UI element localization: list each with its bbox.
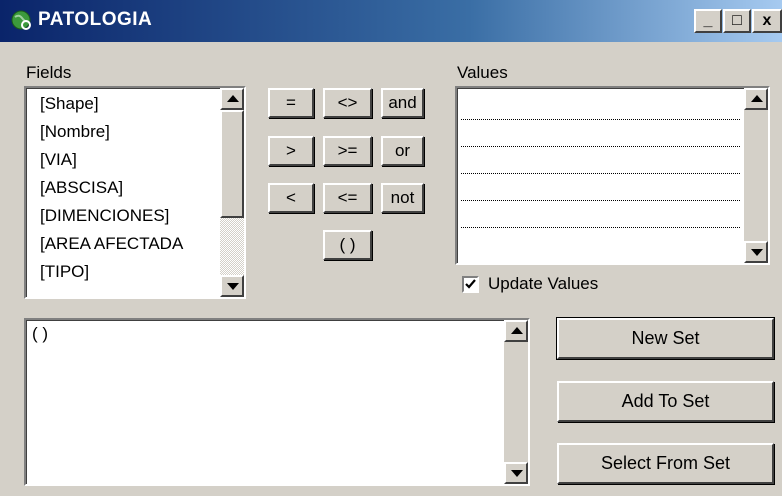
add-to-set-button[interactable]: Add To Set [557,381,774,422]
operator-or-button[interactable]: or [381,136,424,166]
field-item-abscisa[interactable]: [ABSCISA] [40,178,123,198]
operator-parentheses-button[interactable]: ( ) [323,230,372,260]
arrow-up-icon [751,95,763,102]
expression-scrollbar[interactable] [504,320,528,484]
operator-not-equal-button[interactable]: <> [323,88,372,118]
operator-less-button[interactable]: < [268,183,314,213]
fields-scrollbar[interactable] [220,88,244,297]
operator-greater-equal-button[interactable]: >= [323,136,372,166]
app-globe-icon [11,10,31,30]
fields-scroll-thumb[interactable] [220,110,244,218]
update-values-label[interactable]: Update Values [488,274,598,294]
values-scroll-down-button[interactable] [744,241,768,263]
fields-scroll-down-button[interactable] [220,275,244,297]
maximize-button[interactable]: □ [723,9,751,33]
arrow-down-icon [751,249,763,256]
field-item-dimenciones[interactable]: [DIMENCIONES] [40,206,169,226]
select-from-set-button[interactable]: Select From Set [557,443,774,484]
operator-and-button[interactable]: and [381,88,424,118]
operator-greater-button[interactable]: > [268,136,314,166]
operator-equals-button[interactable]: = [268,88,314,118]
value-row[interactable] [461,119,740,120]
field-item-shape[interactable]: [Shape] [40,94,99,114]
values-label: Values [457,63,508,82]
values-scroll-up-button[interactable] [744,88,768,110]
fields-list[interactable]: [Shape] [Nombre] [VIA] [ABSCISA] [DIMENC… [24,86,246,299]
close-button[interactable]: x [752,9,782,33]
new-set-button[interactable]: New Set [556,317,775,360]
values-scrollbar[interactable] [744,88,768,263]
title-bar[interactable]: PATOLOGIA _ □ x [0,0,782,42]
operator-not-button[interactable]: not [381,183,424,213]
values-list[interactable] [455,86,770,265]
arrow-down-icon [227,283,239,290]
operator-less-equal-button[interactable]: <= [323,183,372,213]
checkmark-icon [465,279,476,289]
update-values-checkbox[interactable] [462,276,479,293]
field-item-via[interactable]: [VIA] [40,150,77,170]
value-row[interactable] [461,200,740,201]
arrow-down-icon [511,470,523,477]
window-title: PATOLOGIA [38,9,153,30]
arrow-up-icon [227,95,239,102]
field-item-nombre[interactable]: [Nombre] [40,122,110,142]
field-item-area-afectada[interactable]: [AREA AFECTADA [40,234,183,254]
fields-label: Fields [26,63,72,82]
expression-textarea[interactable]: ( ) [24,318,530,486]
value-row[interactable] [461,227,740,228]
value-row[interactable] [461,173,740,174]
minimize-button[interactable]: _ [694,9,722,33]
arrow-up-icon [511,327,523,334]
expression-scroll-up-button[interactable] [504,320,528,342]
fields-scroll-up-button[interactable] [220,88,244,110]
field-item-tipo[interactable]: [TIPO] [40,262,89,282]
expression-text[interactable]: ( ) [32,324,48,344]
value-row[interactable] [461,146,740,147]
expression-scroll-down-button[interactable] [504,462,528,484]
